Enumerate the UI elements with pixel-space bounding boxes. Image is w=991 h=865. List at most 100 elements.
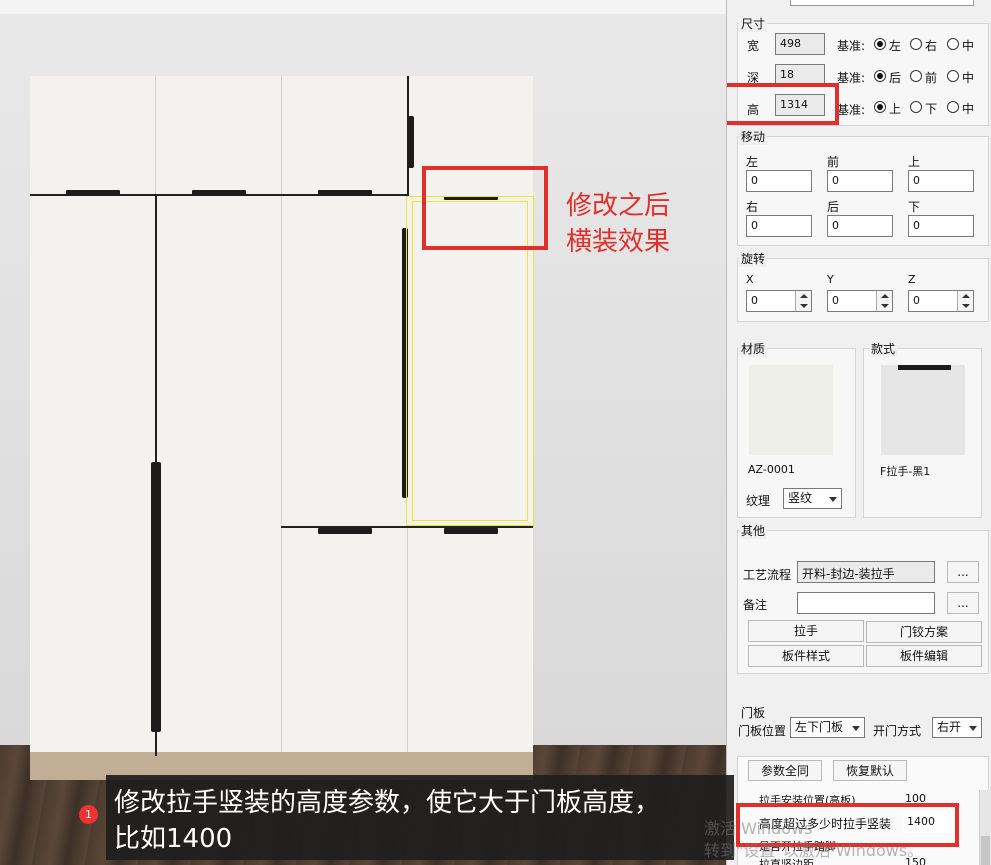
move-down-label: 下: [908, 200, 921, 214]
style-swatch[interactable]: [881, 365, 965, 455]
handle-horizontal[interactable]: [318, 528, 372, 534]
watermark-line-1: 激活 Windows: [704, 819, 813, 838]
panel-scrollbar-thumb[interactable]: [981, 836, 990, 865]
move-back-label: 后: [827, 200, 840, 214]
radio-height-top[interactable]: [874, 101, 886, 113]
rotate-z-value: 0: [913, 294, 920, 307]
process-label: 工艺流程: [743, 568, 792, 582]
caption-line-1: 修改拉手竖装的高度参数，使它大于门板高度，: [114, 788, 661, 818]
panel-style-button[interactable]: 板件样式: [748, 645, 864, 667]
process-field[interactable]: 开料-封边-装拉手: [797, 561, 935, 583]
move-up-field[interactable]: 0: [908, 170, 974, 192]
rotate-y-field[interactable]: 0: [827, 290, 893, 312]
handle-button[interactable]: 拉手: [748, 620, 864, 642]
style-handle-preview-icon: [898, 365, 951, 370]
rotate-z-field[interactable]: 0: [908, 290, 974, 312]
radio-height-top-label: 上: [889, 102, 902, 116]
rotate-x-spinner[interactable]: [795, 291, 811, 311]
annotation-note: 修改之后 横装效果: [566, 188, 670, 260]
handle-horizontal[interactable]: [444, 528, 498, 534]
handle-horizontal[interactable]: [66, 190, 120, 196]
tutorial-caption: 修改拉手竖装的高度参数，使它大于门板高度， 比如1400: [106, 775, 734, 860]
radio-width-right[interactable]: [910, 38, 922, 50]
panel-edit-button[interactable]: 板件编辑: [866, 645, 982, 667]
radio-depth-back[interactable]: [874, 70, 886, 82]
rotate-z-spinner[interactable]: [957, 291, 973, 311]
radio-depth-center-label: 中: [962, 71, 975, 85]
door-position-label: 门板位置: [738, 724, 787, 738]
move-right-label: 右: [746, 200, 759, 214]
move-left-field[interactable]: 0: [746, 170, 812, 192]
move-back-field[interactable]: 0: [827, 215, 893, 237]
rotate-group-title: 旋转: [739, 250, 768, 267]
handle-vertical[interactable]: [408, 116, 414, 168]
rotate-y-spinner[interactable]: [876, 291, 892, 311]
params-same-button[interactable]: 参数全同: [748, 760, 822, 781]
open-mode-value: 右开: [937, 720, 962, 734]
radio-width-left-label: 左: [889, 39, 902, 53]
annotation-line-1: 修改之后: [566, 191, 671, 221]
move-up-label: 上: [908, 155, 921, 169]
restore-default-button[interactable]: 恢复默认: [833, 760, 907, 781]
door-seam: [155, 76, 156, 196]
caption-step-badge: 1: [79, 805, 98, 824]
open-mode-select[interactable]: 右开: [932, 717, 982, 738]
material-group-title: 材质: [739, 340, 768, 357]
open-mode-label: 开门方式: [873, 724, 922, 738]
style-group-title: 款式: [869, 340, 898, 357]
rotate-y-label: Y: [827, 273, 834, 286]
move-front-field[interactable]: 0: [827, 170, 893, 192]
style-name: F拉手-黑1: [880, 465, 931, 478]
door-group-title: 门板: [739, 704, 768, 721]
radio-height-center-label: 中: [962, 102, 975, 116]
other-group-title: 其他: [739, 522, 768, 539]
hinge-plan-button[interactable]: 门铰方案: [866, 621, 982, 643]
size-width-label: 宽: [747, 39, 760, 53]
radio-height-center[interactable]: [947, 101, 959, 113]
chevron-down-icon: [969, 726, 977, 731]
texture-label: 纹理: [746, 494, 771, 508]
handle-horizontal[interactable]: [192, 190, 246, 196]
remark-label: 备注: [743, 598, 768, 612]
process-more-button[interactable]: ...: [947, 561, 979, 583]
handle-horizontal[interactable]: [318, 190, 372, 196]
radio-depth-front-label: 前: [925, 71, 938, 85]
rotate-x-label: X: [746, 273, 754, 286]
windows-activation-watermark: 激活 Windows 转到"设置"以激活 Windows。: [704, 818, 923, 862]
property-panel: 尺寸 宽 498 基准: 左 右 中 深 18 基准: 后 前 中 高 1314…: [726, 0, 991, 865]
material-code: AZ-0001: [748, 463, 795, 476]
remark-field[interactable]: [797, 592, 935, 614]
radio-height-bottom[interactable]: [910, 101, 922, 113]
radio-depth-center[interactable]: [947, 70, 959, 82]
size-width-base-label: 基准:: [837, 39, 866, 53]
rotate-x-value: 0: [751, 294, 758, 307]
door-position-select[interactable]: 左下门板: [790, 717, 865, 738]
texture-select-value: 竖纹: [788, 491, 813, 505]
move-down-field[interactable]: 0: [908, 215, 974, 237]
move-group-title: 移动: [739, 128, 768, 145]
size-group-title: 尺寸: [739, 15, 768, 32]
move-right-field[interactable]: 0: [746, 215, 812, 237]
size-depth-base-label: 基准:: [837, 71, 866, 85]
rotate-x-field[interactable]: 0: [746, 290, 812, 312]
radio-width-center[interactable]: [947, 38, 959, 50]
annotation-line-2: 横装效果: [566, 227, 671, 257]
size-height-base-label: 基准:: [837, 103, 866, 117]
radio-width-left[interactable]: [874, 38, 886, 50]
texture-select[interactable]: 竖纹: [783, 488, 842, 509]
handle-vertical[interactable]: [151, 462, 161, 732]
viewport-top-strip: [0, 0, 726, 14]
move-front-label: 前: [827, 155, 840, 169]
rotate-y-value: 0: [832, 294, 839, 307]
caption-line-2: 比如1400: [114, 824, 233, 854]
size-width-field[interactable]: 498: [775, 33, 825, 55]
material-swatch[interactable]: [749, 365, 833, 455]
move-left-label: 左: [746, 155, 759, 169]
3d-viewport[interactable]: 修改之后 横装效果: [0, 0, 726, 865]
remark-more-button[interactable]: ...: [947, 592, 979, 614]
highlight-box-handle: [422, 166, 548, 250]
door-seam: [281, 76, 282, 752]
watermark-line-2: 转到"设置"以激活 Windows。: [704, 841, 924, 860]
radio-height-bottom-label: 下: [925, 102, 938, 116]
radio-depth-front[interactable]: [910, 70, 922, 82]
